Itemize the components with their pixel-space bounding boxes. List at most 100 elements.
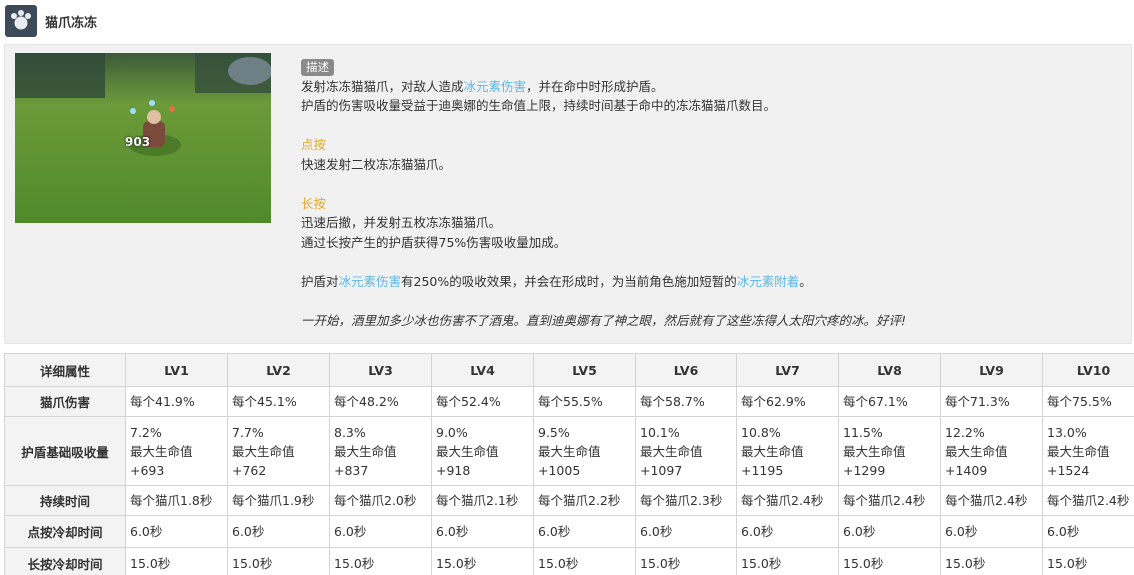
cell-line: +1524 xyxy=(1047,462,1090,478)
table-cell-lv8: 6.0秒 xyxy=(838,515,941,548)
table-cell-lv2: 6.0秒 xyxy=(227,515,330,548)
cell-line: 每个猫爪1.8秒 xyxy=(130,493,213,508)
preview-damage-number: 903 xyxy=(125,135,151,149)
cell-line: 每个猫爪2.4秒 xyxy=(1047,493,1130,508)
header-attr: 详细属性 xyxy=(4,353,126,387)
table-cell-lv4: 每个猫爪2.1秒 xyxy=(431,485,534,516)
header-lv10: LV10 xyxy=(1042,353,1134,387)
cell-line: 6.0秒 xyxy=(130,524,163,539)
cell-line: 每个猫爪2.4秒 xyxy=(945,493,1028,508)
hold-title: 长按 xyxy=(301,195,327,211)
cell-line: 15.0秒 xyxy=(334,556,375,571)
cell-line: 6.0秒 xyxy=(741,524,774,539)
cell-line: 每个58.7% xyxy=(640,394,705,409)
cell-line: 15.0秒 xyxy=(130,556,171,571)
table-cell-lv1: 每个41.9% xyxy=(125,386,228,417)
table-cell-lv2: 每个45.1% xyxy=(227,386,330,417)
hold-text-2: 通过长按产生的护盾获得75%伤害吸收量加成。 xyxy=(301,234,567,250)
header-lv2: LV2 xyxy=(227,353,330,387)
table-cell-lv6: 6.0秒 xyxy=(635,515,737,548)
table-cell-lv5: 15.0秒 xyxy=(533,547,636,575)
header-lv9: LV9 xyxy=(940,353,1043,387)
cell-line: +837 xyxy=(334,462,369,478)
table-cell-lv1: 15.0秒 xyxy=(125,547,228,575)
row-label: 持续时间 xyxy=(4,485,126,516)
table-cell-lv1: 每个猫爪1.8秒 xyxy=(125,485,228,516)
table-cell-lv9: 12.2% 最大生命值 +1409 xyxy=(940,416,1043,486)
cell-line: 6.0秒 xyxy=(1047,524,1080,539)
cell-line: 每个52.4% xyxy=(436,394,501,409)
cell-line: 最大生命值 xyxy=(436,443,499,459)
cell-line: 每个62.9% xyxy=(741,394,806,409)
cell-line: 15.0秒 xyxy=(232,556,273,571)
cell-line: +693 xyxy=(130,462,165,478)
table-cell-lv7: 10.8% 最大生命值 +1195 xyxy=(736,416,839,486)
table-cell-lv10: 每个猫爪2.4秒 xyxy=(1042,485,1134,516)
cell-line: 最大生命值 xyxy=(334,443,397,459)
duration-row: 持续时间 每个猫爪1.8秒 每个猫爪1.9秒 每个猫爪2.0秒 每个猫爪2.1秒 每个猫爪… xyxy=(4,485,1134,516)
cell-line: 最大生命值 xyxy=(741,443,804,459)
cell-line: 15.0秒 xyxy=(1047,556,1088,571)
table-cell-lv2: 15.0秒 xyxy=(227,547,330,575)
cell-line: 最大生命值 xyxy=(130,443,193,459)
cell-line: 每个67.1% xyxy=(843,394,908,409)
table-cell-lv3: 每个48.2% xyxy=(329,386,432,417)
cell-line: 12.2% xyxy=(945,424,985,440)
header-lv6: LV6 xyxy=(635,353,737,387)
cell-line: 每个猫爪2.4秒 xyxy=(741,493,824,508)
cell-line: 最大生命值 xyxy=(1047,443,1110,459)
cell-line: 每个55.5% xyxy=(538,394,603,409)
table-cell-lv6: 每个猫爪2.3秒 xyxy=(635,485,737,516)
cell-line: 每个猫爪2.4秒 xyxy=(843,493,926,508)
cell-line: 每个71.3% xyxy=(945,394,1010,409)
cell-line: 15.0秒 xyxy=(436,556,477,571)
cell-line: 9.5% xyxy=(538,424,570,440)
table-cell-lv7: 每个62.9% xyxy=(736,386,839,417)
table-cell-lv9: 15.0秒 xyxy=(940,547,1043,575)
cell-line: 15.0秒 xyxy=(843,556,884,571)
cell-line: 每个猫爪2.2秒 xyxy=(538,493,621,508)
skill-attribute-table: 详细属性 LV1 LV2 LV3 LV4 LV5 LV6 LV7 LV8 LV9… xyxy=(4,353,1134,575)
table-cell-lv10: 15.0秒 xyxy=(1042,547,1134,575)
table-cell-lv1: 6.0秒 xyxy=(125,515,228,548)
cell-line: 13.0% xyxy=(1047,424,1087,440)
hold-cooldown-row: 长按冷却时间 15.0秒 15.0秒 15.0秒 15.0秒 15.0秒 15.0秒 15.0… xyxy=(4,547,1134,575)
table-cell-lv2: 每个猫爪1.9秒 xyxy=(227,485,330,516)
table-cell-lv10: 6.0秒 xyxy=(1042,515,1134,548)
cell-line: 10.8% xyxy=(741,424,781,440)
cell-line: 6.0秒 xyxy=(945,524,978,539)
table-cell-lv5: 6.0秒 xyxy=(533,515,636,548)
table-cell-lv8: 每个67.1% xyxy=(838,386,941,417)
cell-line: 最大生命值 xyxy=(640,443,703,459)
cell-line: 8.3% xyxy=(334,424,366,440)
table-cell-lv9: 每个71.3% xyxy=(940,386,1043,417)
cell-line: 最大生命值 xyxy=(945,443,1008,459)
table-cell-lv7: 6.0秒 xyxy=(736,515,839,548)
table-header-row: 详细属性 LV1 LV2 LV3 LV4 LV5 LV6 LV7 LV8 LV9… xyxy=(4,353,1134,387)
cell-line: +1195 xyxy=(741,462,784,478)
description-line-2: 护盾的伤害吸收量受益于迪奥娜的生命值上限，持续时间基于命中的冻冻猫猫爪数目。 xyxy=(301,98,777,113)
table-cell-lv6: 10.1% 最大生命值 +1097 xyxy=(635,416,737,486)
cell-line: 最大生命值 xyxy=(843,443,906,459)
table-cell-lv9: 6.0秒 xyxy=(940,515,1043,548)
table-cell-lv8: 15.0秒 xyxy=(838,547,941,575)
table-cell-lv10: 每个75.5% xyxy=(1042,386,1134,417)
cell-line: 15.0秒 xyxy=(741,556,782,571)
table-cell-lv5: 每个55.5% xyxy=(533,386,636,417)
cell-line: 6.0秒 xyxy=(334,524,367,539)
cell-line: +918 xyxy=(436,462,471,478)
table-cell-lv3: 6.0秒 xyxy=(329,515,432,548)
cell-line: 6.0秒 xyxy=(843,524,876,539)
cell-line: +1005 xyxy=(538,462,581,478)
table-cell-lv4: 每个52.4% xyxy=(431,386,534,417)
description-tag: 描述 xyxy=(301,59,334,76)
cell-line: 每个45.1% xyxy=(232,394,297,409)
cell-line: 9.0% xyxy=(436,424,468,440)
tap-text: 快速发射二枚冻冻猫猫爪。 xyxy=(301,156,452,172)
header-lv7: LV7 xyxy=(736,353,839,387)
cell-line: 每个48.2% xyxy=(334,394,399,409)
table-cell-lv9: 每个猫爪2.4秒 xyxy=(940,485,1043,516)
cell-line: 15.0秒 xyxy=(640,556,681,571)
table-cell-lv6: 每个58.7% xyxy=(635,386,737,417)
skill-header: 猫爪冻冻 xyxy=(0,0,1134,42)
